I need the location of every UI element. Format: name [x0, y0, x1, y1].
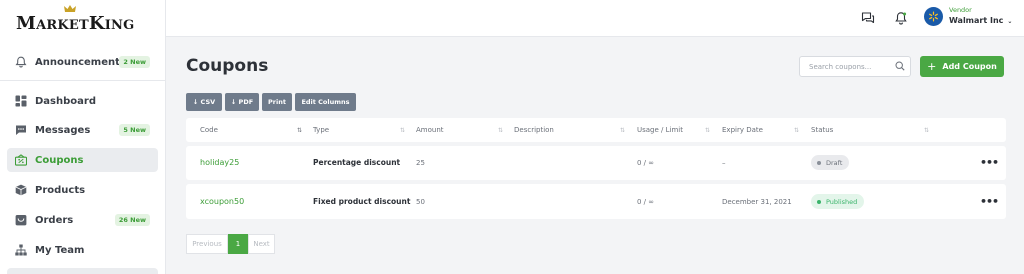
- row-actions-menu-icon[interactable]: •••: [980, 195, 999, 208]
- coupon-expiry-date: –: [722, 159, 726, 167]
- coupon-usage-limit: 0 / ∞: [637, 159, 655, 167]
- sort-icon[interactable]: ⇅: [498, 127, 503, 134]
- coupon-expiry-date: December 31, 2021: [722, 198, 792, 206]
- coupon-code-link[interactable]: holiday25: [200, 158, 239, 167]
- crown-icon: [64, 5, 76, 12]
- vendor-role-label: Vendor: [949, 6, 972, 14]
- column-header-amount[interactable]: Amount: [416, 126, 444, 134]
- sidebar-item-messages[interactable]: Messages 5 New: [7, 118, 158, 142]
- walmart-spark-avatar: [924, 7, 943, 26]
- sidebar-item-label: My Team: [35, 244, 85, 256]
- status-dot-icon: [817, 199, 821, 204]
- export-csv-button[interactable]: ↓ CSV: [186, 93, 222, 111]
- column-header-description[interactable]: Description: [514, 126, 554, 134]
- status-dot-icon: [817, 160, 821, 165]
- vendor-name: Walmart Inc ⌄: [949, 16, 1013, 25]
- page-title: Coupons: [186, 56, 269, 76]
- coupon-code-link[interactable]: xcoupon50: [200, 197, 244, 206]
- new-count-badge: 2 New: [119, 56, 150, 68]
- coupon-usage-limit: 0 / ∞: [637, 198, 655, 206]
- sort-icon[interactable]: ⇅: [705, 127, 710, 134]
- divider: [0, 80, 166, 81]
- vendor-account-menu[interactable]: Vendor Walmart Inc ⌄: [924, 6, 1012, 27]
- sidebar-item-label: Messages: [35, 124, 91, 136]
- table-row: [186, 146, 1006, 180]
- sidebar-item-products[interactable]: Products: [7, 178, 158, 202]
- coupon-amount: 25: [416, 159, 425, 167]
- export-pdf-button[interactable]: ↓ PDF: [225, 93, 259, 111]
- column-header-expiry-date[interactable]: Expiry Date: [722, 126, 763, 134]
- notification-bell-icon[interactable]: [894, 11, 908, 25]
- sidebar-item-dashboard[interactable]: Dashboard: [7, 89, 158, 113]
- column-header-type[interactable]: Type: [313, 126, 329, 134]
- coupon-type: Fixed product discount: [313, 197, 411, 206]
- coupon-type: Percentage discount: [313, 158, 401, 167]
- sidebar-item-label: Orders: [35, 214, 74, 226]
- sidebar-item-coupons[interactable]: Coupons: [7, 148, 158, 172]
- print-button[interactable]: Print: [262, 93, 292, 111]
- edit-columns-button[interactable]: Edit Columns: [295, 93, 356, 111]
- sort-icon[interactable]: ⇅: [620, 127, 625, 134]
- chevron-down-icon: ⌄: [1007, 18, 1013, 25]
- sort-icon[interactable]: ⇅: [400, 127, 405, 134]
- new-count-badge: 26 New: [114, 214, 150, 226]
- sidebar-item-label: Dashboard: [35, 95, 96, 107]
- orders-icon: [15, 214, 27, 226]
- table-row: [186, 184, 1006, 219]
- sidebar-item-announcements[interactable]: Announcements 2 New: [7, 50, 158, 74]
- column-header-status[interactable]: Status: [811, 126, 833, 134]
- row-actions-menu-icon[interactable]: •••: [980, 156, 999, 169]
- sidebar-item-my-team[interactable]: My Team: [7, 238, 158, 262]
- messages-icon[interactable]: [861, 11, 875, 25]
- status-badge: Published: [811, 194, 865, 209]
- sidebar-item-label: Announcements: [35, 56, 126, 68]
- table-header-row: [186, 118, 1006, 142]
- sort-desc-icon[interactable]: ⇅: [297, 127, 302, 134]
- pagination-page-1[interactable]: 1: [228, 234, 248, 254]
- search-icon[interactable]: [895, 61, 905, 71]
- sort-icon[interactable]: ⇅: [794, 127, 799, 134]
- column-header-usage-limit[interactable]: Usage / Limit: [637, 126, 683, 134]
- sidebar-item-orders[interactable]: Orders 26 New: [7, 208, 158, 232]
- new-count-badge: 5 New: [119, 124, 150, 136]
- dashboard-grid-icon: [15, 95, 27, 107]
- add-coupon-label: Add Coupon: [942, 62, 997, 71]
- sidebar-item-partial[interactable]: [7, 268, 158, 274]
- status-badge: Draft: [811, 155, 850, 170]
- team-icon: [15, 244, 27, 256]
- pagination-next[interactable]: Next: [248, 234, 275, 254]
- coupon-icon: [15, 154, 27, 166]
- top-bar: Vendor Walmart Inc ⌄: [166, 0, 1024, 37]
- sidebar-item-label: Coupons: [35, 154, 84, 166]
- sort-icon[interactable]: ⇅: [924, 127, 929, 134]
- add-coupon-button[interactable]: + Add Coupon: [920, 56, 1004, 77]
- sidebar-item-label: Products: [35, 184, 86, 196]
- plus-icon: +: [927, 60, 937, 73]
- coupon-amount: 50: [416, 198, 425, 206]
- sidebar: M ARKET K ING Announcements 2 New Dashboard…: [0, 0, 166, 274]
- status-label: Draft: [826, 158, 843, 167]
- marketking-logo[interactable]: M ARKET K ING: [16, 5, 134, 34]
- status-label: Published: [826, 197, 858, 206]
- chat-icon: [15, 124, 27, 136]
- pagination-previous[interactable]: Previous: [186, 234, 228, 254]
- box-icon: [15, 184, 27, 196]
- column-header-code[interactable]: Code: [200, 126, 218, 134]
- bell-icon: [15, 56, 27, 68]
